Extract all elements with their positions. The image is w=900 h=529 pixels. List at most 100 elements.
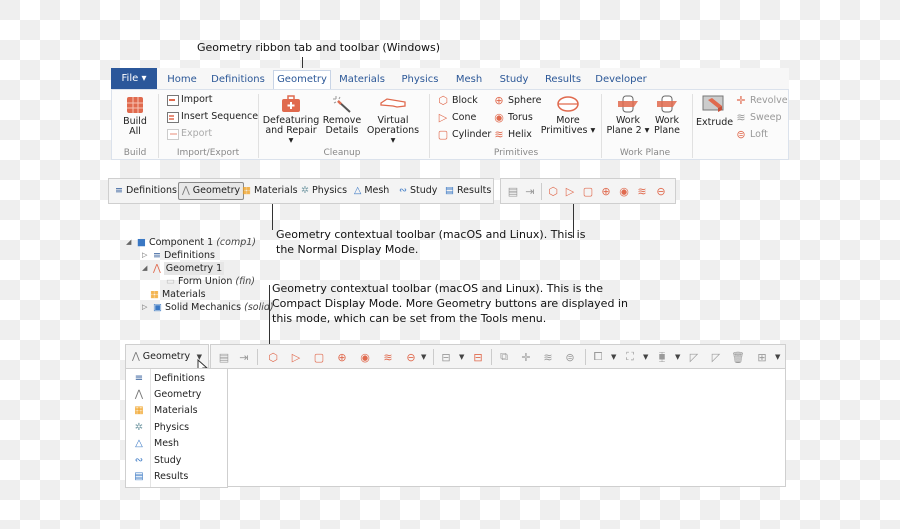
delete-icon[interactable]: 🗑 <box>731 350 745 364</box>
work-plane-dropdown-icon[interactable]: ▼ <box>459 353 464 361</box>
loft-button[interactable]: ⊜ Loft <box>734 128 768 142</box>
tab-definitions[interactable]: Definitions <box>208 71 268 89</box>
ribbon-tab-bar: File ▾ Home Definitions Geometry Materia… <box>111 68 789 90</box>
torus-icon[interactable]: ◉ <box>358 350 372 364</box>
toolbar-definitions[interactable]: ≡ Definitions <box>115 183 177 199</box>
dropdown-item-study[interactable]: ∾ Study <box>128 453 182 469</box>
booleans-dropdown-icon[interactable]: ▼ <box>611 353 616 361</box>
sphere-icon[interactable]: ⊕ <box>599 184 613 198</box>
block-icon[interactable]: ⬡ <box>546 184 560 198</box>
extrude-button[interactable]: Extrude <box>696 95 733 128</box>
work-plane-icon[interactable]: ⊟ <box>439 350 453 364</box>
fillet-icon[interactable]: ◸ <box>709 350 723 364</box>
work-plane-2-label-2: Plane 2 ▾ <box>606 125 650 136</box>
work-plane-icon[interactable]: ⊟ <box>471 350 485 364</box>
more-primitives-dropdown-icon[interactable]: ▼ <box>421 353 426 361</box>
model-tree: ◢ ■ Component 1 (comp1) ▷ ≡ Definitions ◢ ⋀ Geo… <box>126 236 274 316</box>
revolve-icon[interactable]: ✛ <box>519 350 533 364</box>
sphere-icon[interactable]: ⊕ <box>335 350 349 364</box>
dropdown-item-physics[interactable]: ✲ Physics <box>128 420 189 436</box>
defeaturing-and-repair-button[interactable]: Defeaturing and Repair ▾ <box>262 95 320 146</box>
conversions-dropdown-icon[interactable]: ▼ <box>675 353 680 361</box>
cone-button[interactable]: ▷ Cone <box>436 111 477 125</box>
tab-mesh[interactable]: Mesh <box>451 71 487 89</box>
tree-node-solid-mechanics[interactable]: ▷ ▣ Solid Mechanics (solid) <box>142 301 274 314</box>
dropdown-physics-label: Physics <box>154 422 190 433</box>
cone-icon[interactable]: ▷ <box>289 350 303 364</box>
insert-sequence-icon[interactable]: ▤ <box>217 350 231 364</box>
build-all-button[interactable]: Build All <box>120 96 150 137</box>
torus-icon[interactable]: ◉ <box>617 184 631 198</box>
cylinder-icon[interactable]: ▢ <box>581 184 595 198</box>
tree-node-definitions[interactable]: ▷ ≡ Definitions <box>142 249 215 262</box>
toolbox-dropdown-icon[interactable]: ▼ <box>775 353 780 361</box>
definitions-icon: ≡ <box>153 250 161 261</box>
sphere-button[interactable]: ⊕ Sphere <box>492 94 541 108</box>
tab-physics[interactable]: Physics <box>396 71 444 89</box>
cylinder-icon[interactable]: ▢ <box>312 350 326 364</box>
dropdown-materials-label: Materials <box>154 405 198 416</box>
dropdown-item-results[interactable]: ▤ Results <box>128 469 188 485</box>
form-union-icon: ▭ <box>166 276 175 287</box>
more-primitives-label-2: Primitives ▾ <box>540 125 596 136</box>
extrude-icon[interactable]: ⧉ <box>497 350 511 364</box>
tab-results[interactable]: Results <box>541 71 585 89</box>
ellipsoid-icon[interactable]: ⊖ <box>404 350 418 364</box>
remove-details-button[interactable]: Remove Details <box>322 95 362 136</box>
ellipsoid-icon[interactable]: ⊖ <box>654 184 668 198</box>
cone-icon[interactable]: ▷ <box>563 184 577 198</box>
sweep-button[interactable]: ≋ Sweep <box>734 111 781 125</box>
more-primitives-button[interactable]: More Primitives ▾ <box>540 95 596 136</box>
work-plane-button[interactable]: Work Plane <box>650 95 684 136</box>
conversions-icon[interactable]: ⧯ <box>655 350 669 364</box>
cylinder-button[interactable]: ▢ Cylinder <box>436 128 492 142</box>
block-button[interactable]: ⬡ Block <box>436 94 478 108</box>
tab-home[interactable]: Home <box>161 71 203 89</box>
torus-button[interactable]: ◉ Torus <box>492 111 533 125</box>
sweep-icon[interactable]: ≋ <box>541 350 555 364</box>
ribbon-caption: Geometry ribbon tab and toolbar (Windows… <box>197 41 441 54</box>
tree-node-component[interactable]: ◢ ■ Component 1 (comp1) <box>126 236 256 249</box>
loft-label: Loft <box>750 129 768 140</box>
export-button[interactable]: Export <box>167 128 212 140</box>
helix-icon[interactable]: ≋ <box>381 350 395 364</box>
tab-geometry[interactable]: Geometry <box>273 70 331 90</box>
toolbox-icon[interactable]: ⊞ <box>755 350 769 364</box>
tree-node-form-union[interactable]: ▭ Form Union (fin) <box>166 275 255 288</box>
toolbar-materials[interactable]: ▦ Materials <box>242 183 298 199</box>
transforms-dropdown-icon[interactable]: ▼ <box>643 353 648 361</box>
toolbar-study[interactable]: ∾ Study <box>399 183 437 199</box>
dropdown-item-materials[interactable]: ▦ Materials <box>128 403 198 419</box>
ribbon-body: Build All Build Import Insert Sequence E… <box>111 89 789 160</box>
insert-sequence-button[interactable]: Insert Sequence <box>167 111 258 123</box>
work-plane-2-button[interactable]: Work Plane 2 ▾ <box>606 95 650 136</box>
tree-node-geometry[interactable]: ◢ ⋀ Geometry 1 <box>142 262 225 275</box>
dropdown-item-definitions[interactable]: ≡ Definitions <box>128 371 205 387</box>
toolbar-physics[interactable]: ✲ Physics <box>301 183 347 199</box>
tab-study[interactable]: Study <box>495 71 533 89</box>
helix-icon[interactable]: ≋ <box>635 184 649 198</box>
tab-developer[interactable]: Developer <box>593 71 649 89</box>
toolbar-results[interactable]: ▤ Results <box>445 183 491 199</box>
block-icon[interactable]: ⬡ <box>266 350 280 364</box>
definitions-icon: ≡ <box>134 373 144 384</box>
dropdown-item-mesh[interactable]: △ Mesh <box>128 436 179 452</box>
helix-button[interactable]: ≋ Helix <box>492 128 532 142</box>
export-icon[interactable]: ⇥ <box>237 350 251 364</box>
import-button[interactable]: Import <box>167 94 213 106</box>
insert-sequence-icon[interactable]: ▤ <box>506 184 520 198</box>
revolve-button[interactable]: ✛ Revolve <box>734 94 787 108</box>
virtual-operations-button[interactable]: Virtual Operations ▾ <box>365 95 421 146</box>
toolbar-mesh[interactable]: △ Mesh <box>354 183 389 199</box>
transforms-icon[interactable]: ⛶ <box>623 350 637 364</box>
export-icon[interactable]: ⇥ <box>523 184 537 198</box>
booleans-icon[interactable]: ⧠ <box>591 350 605 364</box>
file-menu-button[interactable]: File ▾ <box>111 68 157 89</box>
loft-icon[interactable]: ⊜ <box>563 350 577 364</box>
geometry-icon: ⋀ <box>153 263 161 274</box>
toolbar-geometry[interactable]: ⋀ Geometry <box>178 182 245 200</box>
tree-node-materials[interactable]: ▦ Materials <box>150 288 206 301</box>
chamfer-icon[interactable]: ◸ <box>687 350 701 364</box>
tab-materials[interactable]: Materials <box>337 71 387 89</box>
dropdown-item-geometry[interactable]: ⋀ Geometry <box>128 387 201 403</box>
